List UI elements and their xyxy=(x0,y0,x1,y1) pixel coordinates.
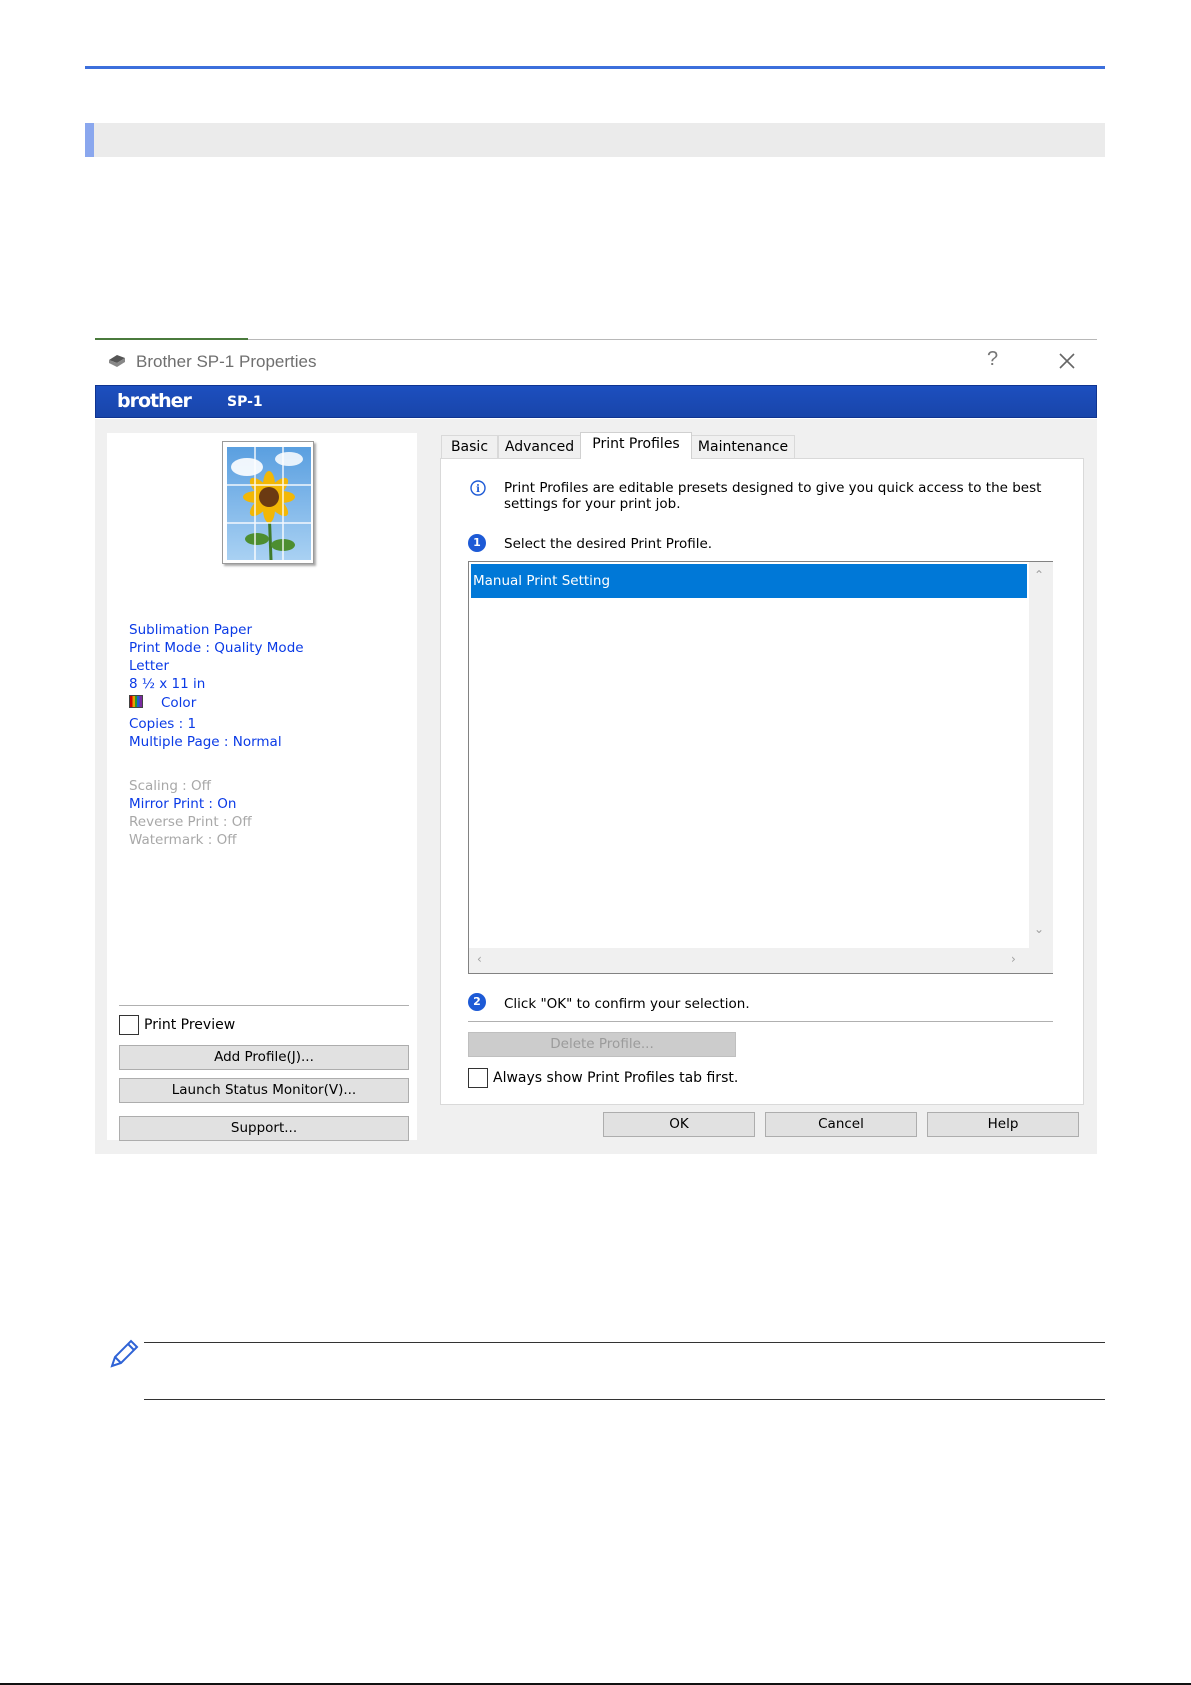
close-icon[interactable] xyxy=(1047,344,1087,378)
help-button[interactable]: Help xyxy=(927,1112,1079,1137)
section-heading-band xyxy=(85,123,1105,157)
support-button[interactable]: Support... xyxy=(119,1116,409,1141)
info-icon: i xyxy=(470,480,486,496)
printer-icon xyxy=(109,355,125,367)
vertical-scrollbar[interactable]: ⌃ ⌄ xyxy=(1029,562,1053,948)
launch-status-monitor-button[interactable]: Launch Status Monitor(V)... xyxy=(119,1078,409,1103)
delete-profile-button[interactable]: Delete Profile... xyxy=(468,1032,736,1057)
sunflower-preview-image xyxy=(227,447,311,560)
color-mode-row: Color xyxy=(129,694,304,712)
print-mode-value: Print Mode : Quality Mode xyxy=(129,640,304,656)
note-bottom-rule xyxy=(144,1399,1105,1400)
cancel-button[interactable]: Cancel xyxy=(765,1112,917,1137)
watermark-value: Watermark : Off xyxy=(129,832,237,848)
scaling-value: Scaling : Off xyxy=(129,778,211,794)
brand-logo: brother xyxy=(117,390,192,412)
page-preview-thumbnail xyxy=(222,441,314,564)
horizontal-scrollbar[interactable]: ‹ › xyxy=(469,948,1029,973)
scrollbar-corner xyxy=(1029,948,1053,973)
pencil-note-icon xyxy=(110,1339,139,1368)
multiple-page-value: Multiple Page : Normal xyxy=(129,734,282,750)
always-show-label: Always show Print Profiles tab first. xyxy=(493,1070,739,1086)
paper-size-value: Letter xyxy=(129,658,170,674)
always-show-checkbox[interactable] xyxy=(468,1068,488,1088)
step-1-text: Select the desired Print Profile. xyxy=(504,536,713,552)
paper-dimensions-value: 8 ½ x 11 in xyxy=(129,676,206,692)
tab-advanced[interactable]: Advanced xyxy=(498,435,581,458)
scroll-down-arrow-icon[interactable]: ⌄ xyxy=(1034,922,1044,936)
print-preview-checkbox[interactable] xyxy=(119,1015,139,1035)
profile-list[interactable]: Manual Print Setting ⌃ ⌄ ‹ › xyxy=(468,561,1053,974)
print-profiles-info-text: Print Profiles are editable presets desi… xyxy=(504,480,1042,512)
scroll-right-arrow-icon[interactable]: › xyxy=(1011,952,1016,966)
help-icon[interactable]: ? xyxy=(987,348,998,371)
tab-basic[interactable]: Basic xyxy=(441,435,498,458)
print-preview-label: Print Preview xyxy=(144,1017,236,1033)
dialog-body: Sublimation Paper Print Mode : Quality M… xyxy=(95,419,1097,1154)
print-profiles-panel: i Print Profiles are editable presets de… xyxy=(440,458,1084,1105)
printer-properties-dialog: Brother SP-1 Properties ? brother SP-1 S… xyxy=(95,338,1097,1154)
tab-maintenance[interactable]: Maintenance xyxy=(691,435,795,458)
page-top-rule xyxy=(85,66,1105,69)
add-profile-button[interactable]: Add Profile(J)... xyxy=(119,1045,409,1070)
svg-text:i: i xyxy=(476,484,480,495)
copies-value: Copies : 1 xyxy=(129,716,197,732)
note-top-rule xyxy=(144,1342,1105,1343)
color-swatch-icon xyxy=(129,695,143,708)
section-heading-accent xyxy=(85,123,94,157)
dialog-titlebar: Brother SP-1 Properties ? xyxy=(95,340,1097,384)
dialog-title: Brother SP-1 Properties xyxy=(136,352,317,371)
tab-print-profiles[interactable]: Print Profiles xyxy=(580,432,692,459)
mirror-print-value: Mirror Print : On xyxy=(129,796,237,812)
scroll-up-arrow-icon[interactable]: ⌃ xyxy=(1034,568,1044,582)
scroll-left-arrow-icon[interactable]: ‹ xyxy=(477,952,482,966)
brand-banner: brother SP-1 xyxy=(95,385,1097,418)
profile-list-item[interactable]: Manual Print Setting xyxy=(471,564,1027,598)
settings-summary-panel: Sublimation Paper Print Mode : Quality M… xyxy=(107,433,417,1141)
left-panel-divider xyxy=(119,1005,409,1006)
reverse-print-value: Reverse Print : Off xyxy=(129,814,252,830)
model-name: SP-1 xyxy=(227,394,263,410)
media-type-value: Sublimation Paper xyxy=(129,622,253,638)
step-2-text: Click "OK" to confirm your selection. xyxy=(504,996,750,1012)
panel-divider xyxy=(468,1021,1053,1022)
settings-summary: Sublimation Paper Print Mode : Quality M… xyxy=(129,621,304,849)
step-1-badge-icon: 1 xyxy=(468,534,486,552)
step-2-badge-icon: 2 xyxy=(468,993,486,1011)
color-mode-value: Color xyxy=(161,695,197,711)
ok-button[interactable]: OK xyxy=(603,1112,755,1137)
